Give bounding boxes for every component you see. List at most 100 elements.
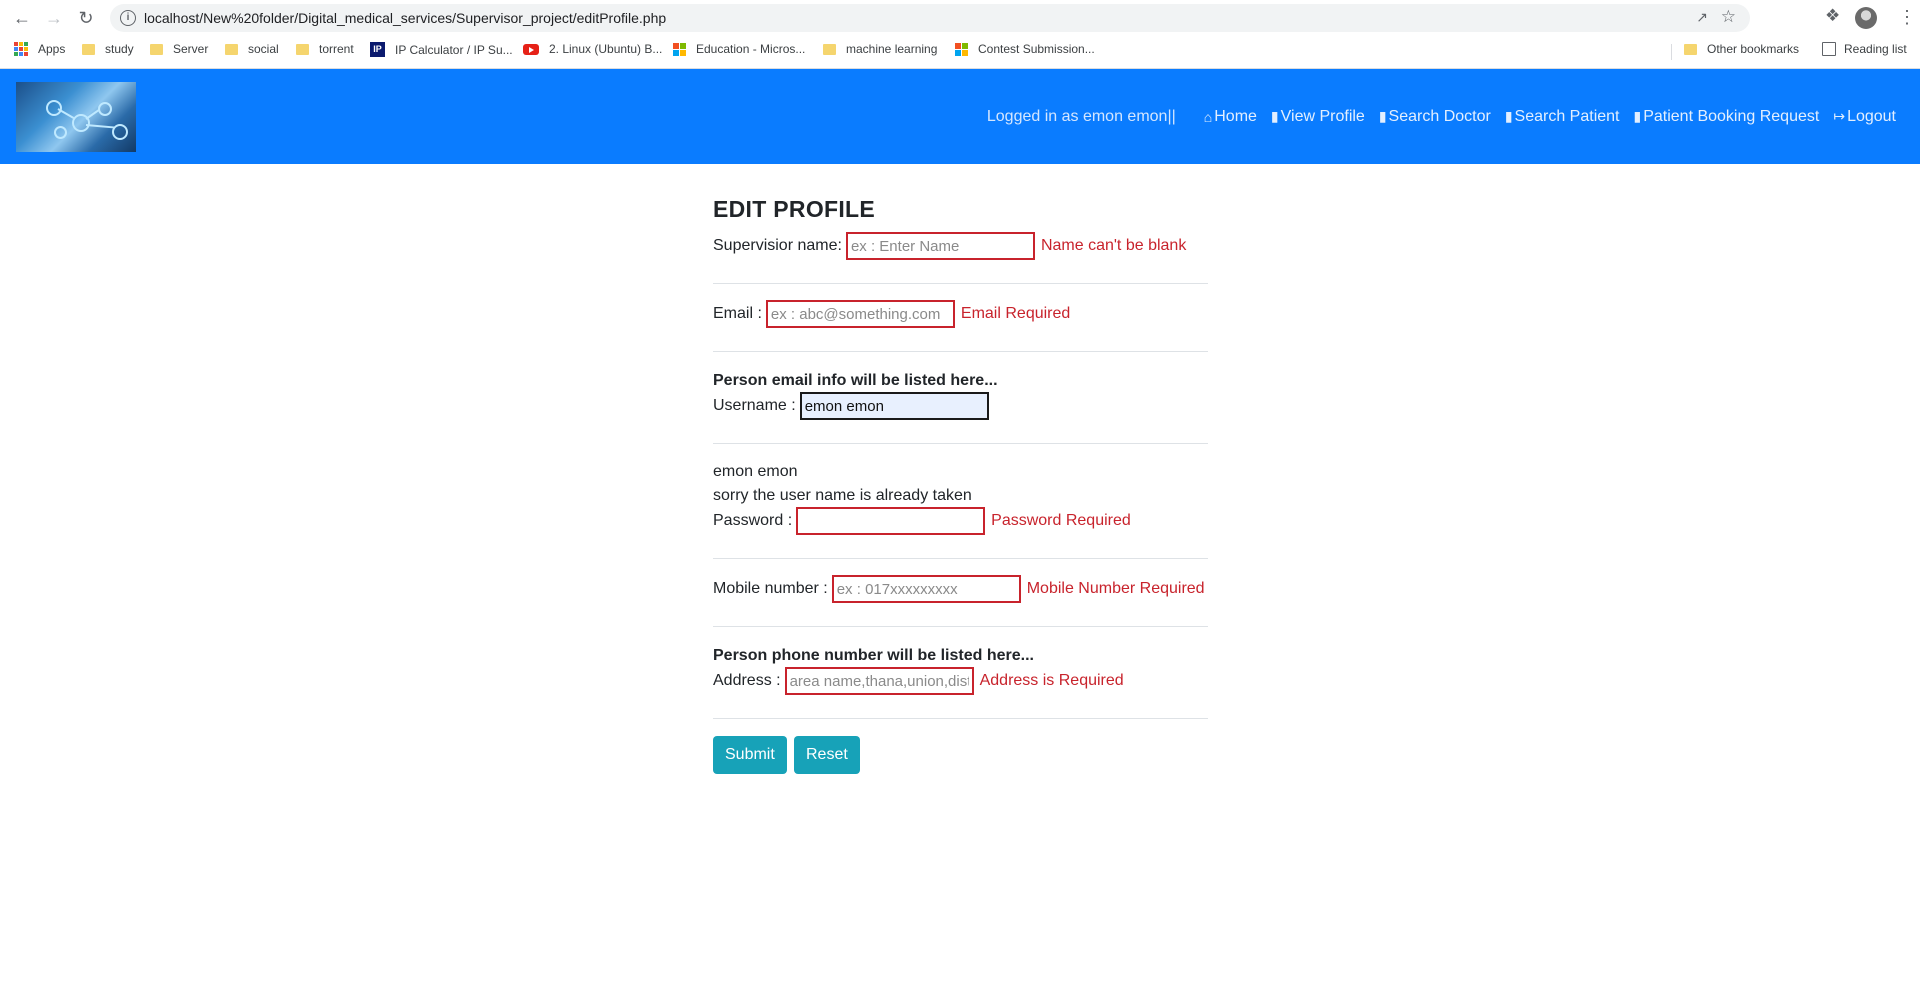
password-error: Password Required: [991, 512, 1131, 529]
logo-node: [112, 124, 128, 140]
logged-in-text: Logged in as emon emon||: [986, 107, 1176, 125]
share-icon[interactable]: ↗: [1696, 9, 1708, 26]
divider: [713, 443, 1208, 444]
url-text[interactable]: localhost/New%20folder/Digital_medical_s…: [144, 10, 666, 26]
back-icon[interactable]: ←: [10, 6, 34, 30]
mobile-error: Mobile Number Required: [1026, 580, 1205, 597]
email-input[interactable]: [765, 300, 955, 328]
password-input[interactable]: [796, 507, 986, 535]
logo-node: [54, 126, 67, 139]
folder-icon: [823, 43, 836, 55]
username-input[interactable]: [799, 392, 989, 420]
site-logo[interactable]: [16, 82, 136, 152]
bookmark-label: machine learning: [846, 42, 938, 56]
bookmark-label: Other bookmarks: [1707, 42, 1800, 56]
nav-logout[interactable]: ↦ Logout: [1833, 108, 1896, 126]
nav-label: Patient Booking Request: [1643, 107, 1820, 125]
email-info-text: Person email info will be listed here...: [713, 372, 998, 389]
bookmark-label: Server: [173, 42, 209, 56]
divider: [713, 626, 1208, 627]
address-error: Address is Required: [979, 672, 1124, 689]
folder-icon: [296, 43, 309, 55]
reading-list[interactable]: Reading list: [1822, 42, 1907, 56]
divider: [713, 558, 1208, 559]
divider: [713, 718, 1208, 719]
nav-home[interactable]: ⌂ Home: [1204, 108, 1257, 126]
bookmark-apps[interactable]: Apps: [14, 42, 65, 56]
submit-button[interactable]: Submit: [713, 736, 787, 774]
name-row: Supervisior name: Name can't be blank: [713, 232, 1186, 260]
nav-search-doctor[interactable]: ▮ Search Doctor: [1379, 108, 1491, 126]
address-row: Address : Address is Required: [713, 667, 1124, 695]
bookmark-label: study: [105, 42, 134, 56]
extensions-icon[interactable]: ❖: [1825, 6, 1840, 26]
bookmark-label: torrent: [319, 42, 354, 56]
name-error: Name can't be blank: [1040, 237, 1187, 254]
nav-patient-booking[interactable]: ▮ Patient Booking Request: [1633, 108, 1819, 126]
id-card-icon: ▮: [1504, 108, 1513, 124]
browser-menu-icon[interactable]: ⋮: [1898, 6, 1916, 28]
reading-list-label: Reading list: [1844, 42, 1907, 56]
bookmark-label: 2. Linux (Ubuntu) B...: [549, 42, 663, 56]
logo-line: [57, 108, 75, 119]
microsoft-icon: [955, 42, 968, 56]
bookmark-education[interactable]: Education - Micros...: [673, 42, 805, 56]
mobile-label: Mobile number :: [713, 580, 828, 597]
email-error: Email Required: [960, 305, 1071, 322]
mobile-input[interactable]: [831, 575, 1021, 603]
reload-icon[interactable]: ↻: [74, 6, 98, 30]
divider: [713, 351, 1208, 352]
mobile-row: Mobile number : Mobile Number Required: [713, 575, 1205, 603]
bookmark-label: Education - Micros...: [696, 42, 806, 56]
logout-icon: ↦: [1833, 108, 1846, 124]
password-row: Password : Password Required: [713, 507, 1131, 535]
folder-icon: [1684, 43, 1697, 55]
folder-icon: [82, 43, 95, 55]
name-input[interactable]: [845, 232, 1035, 260]
apps-grid-icon: [14, 42, 28, 56]
logo-line: [85, 109, 100, 120]
bookmark-machine-learning[interactable]: machine learning: [823, 42, 937, 56]
bookmark-torrent[interactable]: torrent: [296, 42, 354, 56]
email-label: Email :: [713, 305, 762, 322]
name-label: Supervisior name:: [713, 237, 842, 254]
email-row: Email : Email Required: [713, 300, 1070, 328]
profile-avatar[interactable]: [1855, 7, 1877, 29]
nav-label: View Profile: [1280, 107, 1365, 125]
bookmark-linux[interactable]: 2. Linux (Ubuntu) B...: [523, 42, 662, 56]
nav-search-patient[interactable]: ▮ Search Patient: [1505, 108, 1620, 126]
username-echo-text: emon emon: [713, 463, 798, 480]
youtube-icon: [523, 43, 539, 55]
address-input[interactable]: [784, 667, 974, 695]
bookmark-contest[interactable]: Contest Submission...: [955, 42, 1095, 56]
id-card-icon: ▮: [1633, 108, 1642, 124]
nav-label: Home: [1214, 107, 1257, 125]
nav-label: Search Doctor: [1388, 107, 1491, 125]
bookmark-other[interactable]: Other bookmarks: [1684, 42, 1799, 56]
bookmark-ip-calculator[interactable]: IP IP Calculator / IP Su...: [370, 42, 513, 57]
reading-list-icon: [1822, 42, 1836, 56]
forward-icon[interactable]: →: [42, 6, 66, 30]
home-icon: ⌂: [1203, 108, 1213, 125]
bookmark-label: Contest Submission...: [978, 42, 1095, 56]
bookmark-study[interactable]: study: [82, 42, 134, 56]
username-row: Username :: [713, 392, 989, 420]
bookmarks-divider: [1671, 44, 1672, 60]
page-title: EDIT PROFILE: [713, 196, 876, 222]
ip-icon: IP: [370, 42, 385, 57]
folder-icon: [225, 43, 238, 55]
nav-view-profile[interactable]: ▮ View Profile: [1271, 108, 1365, 126]
bookmark-social[interactable]: social: [225, 42, 279, 56]
site-navbar: Logged in as emon emon|| ⌂ Home ▮ View P…: [0, 69, 1920, 164]
browser-toolbar: ← → ↻ i localhost/New%20folder/Digital_m…: [0, 0, 1920, 36]
microsoft-icon: [673, 42, 686, 56]
browser-chrome: ← → ↻ i localhost/New%20folder/Digital_m…: [0, 0, 1920, 69]
logo-node: [98, 102, 112, 116]
site-info-icon[interactable]: i: [120, 10, 136, 26]
bookmark-star-icon[interactable]: ☆: [1721, 7, 1736, 27]
nav-label: Search Patient: [1514, 107, 1620, 125]
navbar-links: Logged in as emon emon|| ⌂ Home ▮ View P…: [987, 69, 1896, 164]
address-bar[interactable]: i localhost/New%20folder/Digital_medical…: [110, 4, 1750, 32]
reset-button[interactable]: Reset: [794, 736, 860, 774]
bookmark-server[interactable]: Server: [150, 42, 208, 56]
